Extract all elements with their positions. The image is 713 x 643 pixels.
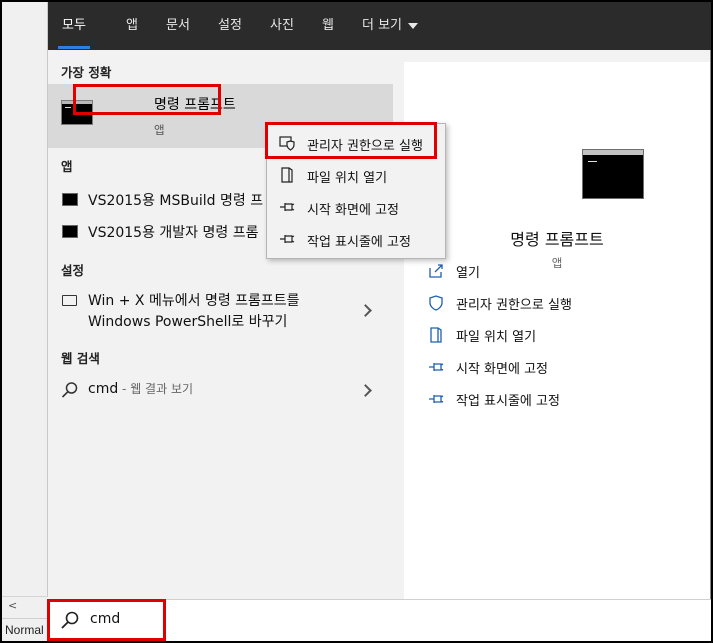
tab-photos[interactable]: 사진: [270, 14, 294, 40]
shield-icon: [429, 295, 443, 311]
filter-tabs: 모두 앱 문서 설정 사진 웹 더 보기: [48, 2, 711, 50]
background-app: [2, 2, 48, 641]
command-prompt-icon: [62, 225, 78, 238]
best-match-type: 앱: [154, 123, 165, 137]
start-search-window: 모두 앱 문서 설정 사진 웹 더 보기 가장 정확 명령 프롬프트 앱 앱 V…: [48, 2, 711, 599]
scroll-left-icon[interactable]: <: [8, 599, 17, 612]
pin-icon: [280, 203, 295, 211]
ctx-pin-to-taskbar[interactable]: 작업 표시줄에 고정: [267, 224, 445, 254]
detail-title: 명령 프롬프트: [510, 230, 604, 249]
tab-all[interactable]: 모두: [58, 14, 90, 49]
ctx-open-file-location[interactable]: 파일 위치 열기: [267, 160, 445, 190]
pin-icon: [429, 395, 444, 403]
search-icon: [61, 382, 78, 398]
tab-more[interactable]: 더 보기: [362, 14, 419, 40]
ctx-pin-to-start[interactable]: 시작 화면에 고정: [267, 192, 445, 222]
detail-pane: 명령 프롬프트 앱 열기 관리자 권한으로 실행 파일 위치 열기 시작 화면에…: [404, 62, 710, 599]
pin-icon: [429, 363, 444, 371]
folder-icon: [430, 327, 442, 343]
section-title-web: 웹 검색: [61, 351, 100, 366]
tab-web[interactable]: 웹: [322, 14, 334, 40]
best-match-name: 명령 프롬프트: [154, 97, 236, 113]
tab-settings[interactable]: 설정: [218, 14, 242, 40]
chevron-right-icon: [359, 304, 372, 317]
section-title-settings: 설정: [61, 263, 85, 278]
command-prompt-large-icon: [582, 149, 644, 199]
chevron-right-icon: [359, 384, 372, 397]
web-search-item[interactable]: cmd - 웹 결과 보기: [48, 374, 393, 406]
command-prompt-icon: [62, 193, 78, 206]
section-title-best-match: 가장 정확: [61, 65, 112, 80]
shield-icon: [279, 136, 295, 151]
command-prompt-icon: [61, 100, 93, 125]
monitor-icon: [62, 295, 77, 306]
tab-apps[interactable]: 앱: [126, 14, 138, 40]
web-query: cmd: [88, 381, 119, 397]
chevron-down-icon: [408, 22, 419, 29]
detail-type: 앱: [551, 256, 563, 270]
search-icon: [61, 611, 79, 629]
tab-documents[interactable]: 문서: [166, 14, 190, 40]
folder-icon: [281, 167, 293, 183]
background-status-mode: Normal: [2, 618, 48, 641]
open-icon: [429, 264, 443, 278]
section-title-apps: 앱: [61, 159, 73, 174]
context-menu: 관리자 권한으로 실행 파일 위치 열기 시작 화면에 고정 작업 표시줄에 고…: [266, 123, 446, 259]
background-scrollbar[interactable]: <: [2, 596, 48, 614]
pin-icon: [280, 235, 295, 243]
ctx-run-as-admin[interactable]: 관리자 권한으로 실행: [267, 128, 445, 158]
web-suffix: - 웹 결과 보기: [118, 382, 194, 396]
setting-item-winx[interactable]: Win + X 메뉴에서 명령 프롬프트를 Windows PowerShell…: [48, 286, 393, 336]
search-input[interactable]: cmd: [90, 611, 120, 627]
taskbar-search-box[interactable]: cmd: [48, 599, 711, 641]
